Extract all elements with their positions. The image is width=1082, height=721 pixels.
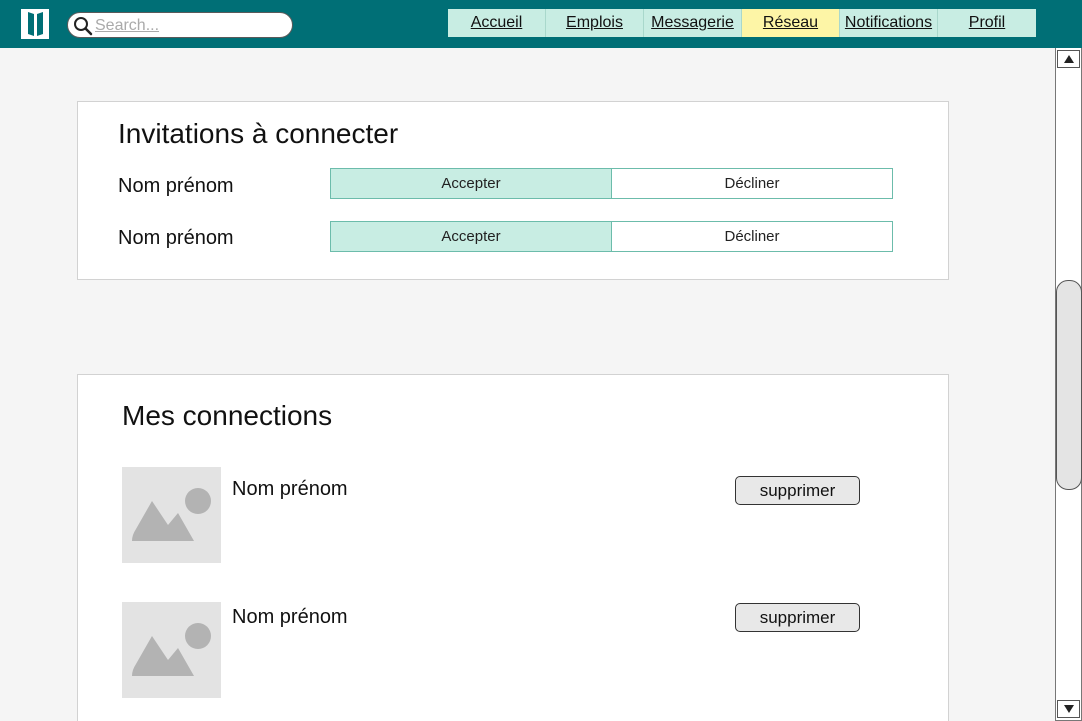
connection-avatar xyxy=(122,602,221,698)
connection-name: Nom prénom xyxy=(232,606,348,628)
invitation-actions: Accepter Décliner xyxy=(330,168,893,199)
invitation-actions: Accepter Décliner xyxy=(330,221,893,252)
invitations-card: Invitations à connecter Nom prénom Accep… xyxy=(77,101,949,280)
nav-messagerie[interactable]: Messagerie xyxy=(644,9,742,37)
search-box[interactable] xyxy=(67,12,293,38)
accept-button[interactable]: Accepter xyxy=(331,169,612,198)
scroll-down-button[interactable] xyxy=(1057,700,1080,718)
delete-connection-button[interactable]: supprimer xyxy=(735,476,860,505)
accept-button[interactable]: Accepter xyxy=(331,222,612,251)
nav-profil[interactable]: Profil xyxy=(938,9,1036,37)
image-placeholder-icon xyxy=(132,488,211,541)
nav-emplois[interactable]: Emplois xyxy=(546,9,644,37)
image-placeholder-icon xyxy=(132,623,211,676)
arrow-down-icon xyxy=(1063,705,1074,713)
search-input[interactable] xyxy=(95,16,285,35)
delete-connection-button[interactable]: supprimer xyxy=(735,603,860,632)
connection-name: Nom prénom xyxy=(232,478,348,500)
decline-button[interactable]: Décliner xyxy=(612,169,892,198)
search-icon xyxy=(74,17,93,36)
logo-icon[interactable] xyxy=(20,8,50,40)
main-nav: Accueil Emplois Messagerie Réseau Notifi… xyxy=(448,9,1036,37)
vertical-scrollbar[interactable] xyxy=(1055,48,1082,721)
invitation-name: Nom prénom xyxy=(118,227,234,249)
nav-accueil[interactable]: Accueil xyxy=(448,9,546,37)
scroll-up-button[interactable] xyxy=(1057,50,1080,68)
connections-card: Mes connections Nom prénom supprimer Nom… xyxy=(77,374,949,721)
invitations-title: Invitations à connecter xyxy=(118,118,399,149)
top-navigation-bar: Accueil Emplois Messagerie Réseau Notifi… xyxy=(0,0,1082,48)
arrow-up-icon xyxy=(1063,55,1074,63)
invitation-name: Nom prénom xyxy=(118,175,234,197)
nav-reseau[interactable]: Réseau xyxy=(742,9,840,37)
scrollbar-thumb[interactable] xyxy=(1056,280,1082,490)
nav-notifications[interactable]: Notifications xyxy=(840,9,938,37)
decline-button[interactable]: Décliner xyxy=(612,222,892,251)
connection-avatar xyxy=(122,467,221,563)
connections-title: Mes connections xyxy=(122,400,333,431)
